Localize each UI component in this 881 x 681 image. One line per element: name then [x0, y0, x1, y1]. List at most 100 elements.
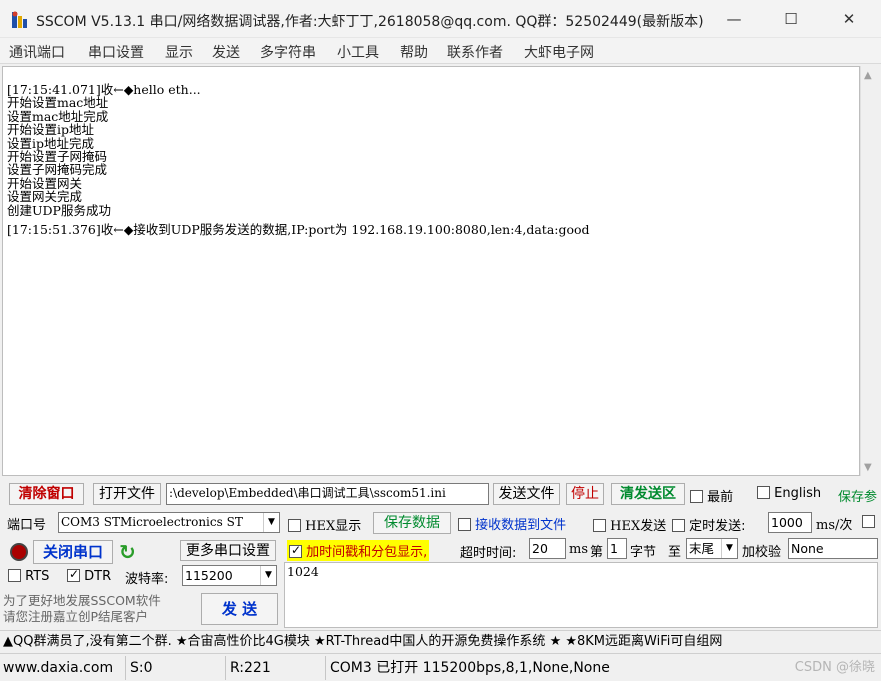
hex-send-checkbox[interactable] [593, 519, 606, 532]
receive-line: 开始设置ip地址 [7, 122, 94, 138]
hex-display-label: HEX显示 [305, 519, 362, 534]
save-params-button[interactable]: 保存参 [838, 486, 877, 505]
close-port-button[interactable]: 关闭串口 [33, 540, 113, 564]
rts-checkbox[interactable] [8, 569, 21, 582]
topmost-checkbox[interactable] [690, 490, 703, 503]
interval-unit: ms/次 [816, 518, 853, 533]
receive-area[interactable]: [17:15:41.071]收←◆hello eth... 开始设置mac地址 设置… [2, 66, 860, 476]
menu-bar: 通讯端口 串口设置 显示 发送 多字符串 小工具 帮助 联系作者 大虾电子网 [0, 38, 881, 64]
menu-serial-settings[interactable]: 串口设置 [88, 42, 144, 62]
status-website[interactable]: www.daxia.com [0, 656, 126, 680]
extra-checkbox[interactable] [862, 515, 875, 528]
receive-text: [17:15:41.071]收←◆hello eth... 开始设置mac地址 设置… [7, 82, 590, 238]
promo-line-2: 请您注册嘉立创P结尾客户 [3, 609, 149, 624]
timestamp-option[interactable]: 加时间戳和分包显示, [287, 540, 430, 561]
rts-label: RTS [25, 569, 50, 584]
send-button[interactable]: 发 送 [201, 593, 278, 625]
english-option[interactable]: English [757, 486, 821, 501]
watermark: CSDN @徐晓 [794, 660, 875, 675]
recv-to-file-checkbox[interactable] [458, 518, 471, 531]
menu-help[interactable]: 帮助 [400, 42, 428, 62]
open-file-button[interactable]: 打开文件 [93, 483, 161, 505]
recv-to-file-label: 接收数据到文件 [475, 518, 567, 533]
receive-line: [17:15:51.376]收←◆接收到UDP服务发送的数据,IP:port为 … [7, 222, 590, 238]
file-path-field[interactable]: :\develop\Embedded\串口调试工具\sscom51.ini [166, 483, 489, 505]
minimize-button[interactable]: — [711, 0, 757, 38]
send-text: 1024 [287, 564, 319, 579]
port-select[interactable]: COM3 STMicroelectronics ST ▼ [58, 512, 280, 533]
title-bar: SSCOM V5.13.1 串口/网络数据调试器,作者:大虾丁丁,2618058… [0, 0, 881, 38]
window-title: SSCOM V5.13.1 串口/网络数据调试器,作者:大虾丁丁,2618058… [36, 14, 704, 30]
menu-daxia-electronics[interactable]: 大虾电子网 [524, 42, 594, 62]
sscom-app-icon [12, 11, 27, 28]
receive-line: 开始设置mac地址 [7, 95, 109, 111]
dtr-checkbox[interactable] [67, 567, 80, 582]
stop-button[interactable]: 停止 [566, 483, 604, 505]
dtr-label: DTR [84, 569, 112, 584]
close-button[interactable]: ✕ [826, 0, 872, 38]
menu-multi-string[interactable]: 多字符串 [260, 42, 316, 62]
topmost-option[interactable]: 最前 [690, 486, 733, 505]
scroll-down-icon[interactable]: ▼ [864, 462, 872, 473]
port-status-led-icon [10, 543, 28, 561]
menu-send[interactable]: 发送 [212, 42, 240, 62]
promo-text: 为了更好地发展SSCOM软件 请您注册嘉立创P结尾客户 [3, 593, 161, 625]
dtr-option[interactable]: DTR [67, 567, 112, 584]
english-checkbox[interactable] [757, 486, 770, 499]
receive-line: 开始设置子网掩码 [7, 149, 108, 165]
topmost-label: 最前 [707, 490, 734, 505]
receive-line: 创建UDP服务成功 [7, 202, 111, 218]
dropdown-arrow-icon[interactable]: ▼ [721, 539, 737, 558]
to-select[interactable]: 末尾 ▼ [686, 538, 738, 559]
timeout-input[interactable]: 20 [529, 538, 566, 559]
byte-suffix: 字节 [630, 545, 657, 560]
save-data-button[interactable]: 保存数据 [373, 512, 451, 534]
marquee-ad[interactable]: ▲QQ群满员了,没有第二个群. ★合宙高性价比4G模块 ★RT-Thread中国… [0, 630, 881, 654]
timestamp-label: 加时间戳和分包显示, [306, 545, 428, 560]
hex-display-option[interactable]: HEX显示 [288, 515, 361, 534]
interval-input[interactable]: 1000 [768, 512, 812, 533]
baud-select[interactable]: 115200 ▼ [182, 565, 277, 586]
maximize-button[interactable]: ☐ [768, 0, 814, 38]
timed-send-checkbox[interactable] [672, 519, 685, 532]
hex-send-label: HEX发送 [610, 519, 667, 534]
scroll-up-icon[interactable]: ▲ [864, 70, 872, 81]
clear-window-button[interactable]: 清除窗口 [9, 483, 84, 505]
rts-option[interactable]: RTS [8, 569, 49, 584]
receive-line: 设置ip地址完成 [7, 135, 94, 151]
port-value: COM3 STMicroelectronics ST [61, 515, 243, 529]
receive-line: 设置网关完成 [7, 189, 83, 205]
recv-to-file-option[interactable]: 接收数据到文件 [458, 514, 566, 533]
hex-send-option[interactable]: HEX发送 [593, 515, 666, 534]
receive-line: 开始设置网关 [7, 175, 83, 191]
dropdown-arrow-icon[interactable]: ▼ [260, 566, 276, 585]
timed-send-option[interactable]: 定时发送: [672, 515, 746, 534]
byte-prefix: 第 [590, 545, 604, 560]
status-received-count: R:221 [227, 656, 326, 680]
more-settings-button[interactable]: 更多串口设置 [180, 540, 276, 561]
extra-option[interactable] [862, 515, 875, 530]
status-port-state: COM3 已打开 115200bps,8,1,None,None [330, 660, 610, 676]
dropdown-arrow-icon[interactable]: ▼ [263, 513, 279, 532]
status-bar: www.daxia.com S:0 R:221 COM3 已打开 115200b… [0, 656, 881, 681]
receive-line: 设置mac地址完成 [7, 108, 109, 124]
hex-display-checkbox[interactable] [288, 519, 301, 532]
menu-display[interactable]: 显示 [165, 42, 193, 62]
timestamp-checkbox[interactable] [289, 543, 302, 558]
send-input[interactable]: 1024 [284, 562, 878, 628]
refresh-icon[interactable]: ↻ [119, 540, 136, 564]
clear-send-button[interactable]: 清发送区 [611, 483, 685, 505]
timeout-unit: ms [569, 542, 588, 557]
promo-line-1: 为了更好地发展SSCOM软件 [3, 593, 161, 608]
send-file-button[interactable]: 发送文件 [493, 483, 560, 505]
byte-index-input[interactable]: 1 [607, 538, 627, 559]
menu-comm-port[interactable]: 通讯端口 [9, 42, 65, 62]
menu-contact-author[interactable]: 联系作者 [447, 42, 503, 62]
port-label: 端口号 [7, 518, 47, 533]
receive-line: [17:15:41.071]收←◆hello eth... [7, 82, 201, 97]
timed-send-label: 定时发送: [689, 519, 746, 534]
menu-tools[interactable]: 小工具 [337, 42, 379, 62]
receive-scrollbar[interactable]: ▲ ▼ [860, 66, 878, 476]
checksum-label: 加校验 [742, 545, 782, 560]
checksum-select[interactable]: None [788, 538, 878, 559]
